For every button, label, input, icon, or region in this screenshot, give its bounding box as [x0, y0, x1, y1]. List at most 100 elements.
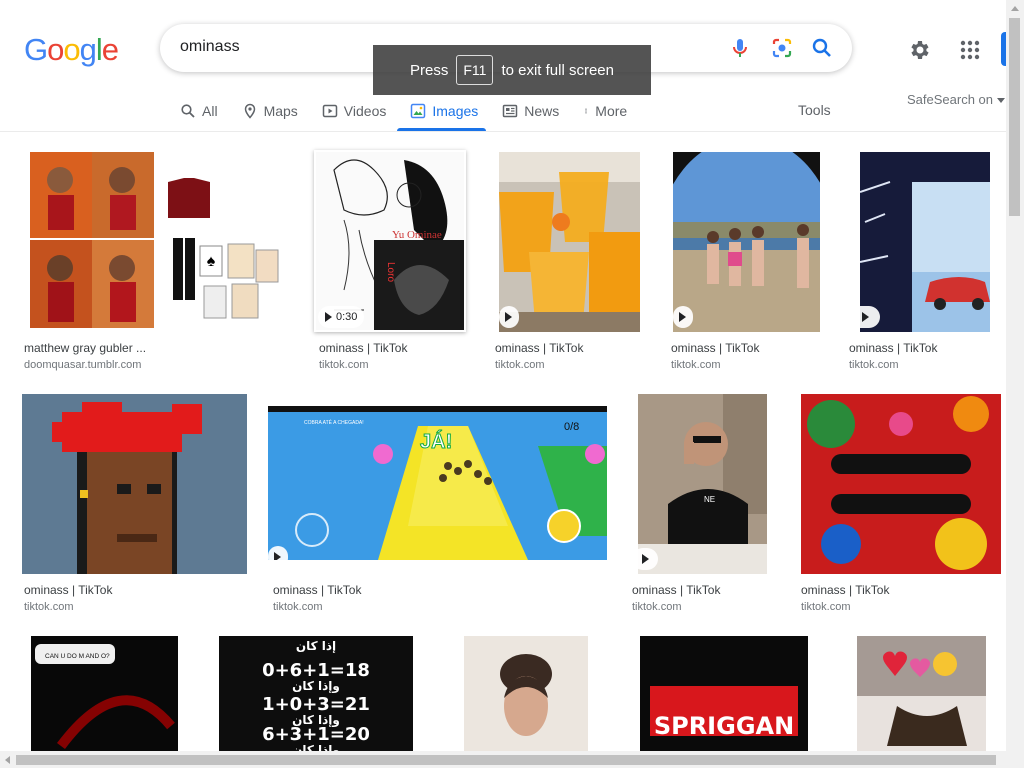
- logo-letter: e: [101, 32, 119, 67]
- result-thumbnail[interactable]: NE: [638, 394, 767, 574]
- tab-label: More: [595, 103, 628, 119]
- result-thumbnail[interactable]: CAN U DO M AND O?: [31, 636, 178, 751]
- vertical-scrollbar[interactable]: [1006, 0, 1024, 768]
- tab-all[interactable]: All: [180, 100, 230, 122]
- emoji-photo-image: [857, 636, 986, 751]
- result-source[interactable]: tiktok.com: [671, 359, 721, 371]
- result-title[interactable]: ominass | TikTok: [319, 341, 407, 355]
- tab-news[interactable]: News: [502, 100, 571, 122]
- result-title[interactable]: ominass | TikTok: [273, 583, 361, 597]
- result-title[interactable]: ominass | TikTok: [495, 341, 583, 355]
- spriggan-text: SPRIGGAN: [654, 712, 794, 740]
- tab-label: Videos: [343, 103, 387, 119]
- result-source[interactable]: doomquasar.tumblr.com: [24, 359, 141, 371]
- scroll-up-arrow[interactable]: [1011, 6, 1019, 11]
- tools-button[interactable]: Tools: [798, 102, 831, 118]
- man-phone-image: NE: [638, 394, 767, 574]
- result-thumbnail[interactable]: [801, 394, 1001, 574]
- result-title[interactable]: ominass | TikTok: [801, 583, 889, 597]
- tab-label: Images: [432, 103, 479, 119]
- svg-text:♠: ♠: [207, 253, 216, 270]
- search-input[interactable]: ominass: [180, 38, 240, 56]
- tab-videos[interactable]: Videos: [322, 100, 399, 122]
- logo-letter: G: [24, 32, 48, 67]
- portrait-image: [464, 636, 588, 751]
- header-divider: [0, 131, 1006, 132]
- arabic-puzzle-image: إذا كان 0+6+1=18 وإذا كان 1+0+3=21 وإذا …: [219, 636, 413, 751]
- horizontal-scroll-thumb[interactable]: [16, 755, 996, 765]
- google-lens-icon[interactable]: [770, 36, 794, 60]
- result-thumbnail[interactable]: [499, 152, 640, 332]
- toast-rest: to exit full screen: [501, 61, 614, 79]
- toast-key: F11: [456, 55, 494, 85]
- safesearch-toggle[interactable]: SafeSearch on: [907, 92, 1005, 107]
- google-logo[interactable]: Google: [24, 32, 119, 68]
- video-badge: [268, 546, 288, 560]
- result-source[interactable]: tiktok.com: [801, 601, 851, 613]
- video-duration: 0:30: [336, 311, 358, 323]
- result-thumbnail[interactable]: [860, 152, 990, 332]
- gear-icon[interactable]: [908, 38, 932, 62]
- result-thumbnail[interactable]: JÁ! 0/8 COBRA ATÉ A CHEGADA!: [268, 406, 607, 560]
- result-source[interactable]: tiktok.com: [632, 601, 682, 613]
- sketch-name: Yu Ominae: [392, 229, 442, 241]
- dark-red-image: CAN U DO M AND O?: [31, 636, 178, 751]
- result-title[interactable]: ominass | TikTok: [671, 341, 759, 355]
- result-thumbnail[interactable]: [857, 636, 986, 751]
- video-badge: [499, 306, 519, 328]
- result-title[interactable]: ominass | TikTok: [24, 583, 112, 597]
- apps-grid-icon[interactable]: [958, 38, 982, 62]
- play-icon: [679, 312, 686, 322]
- microphone-icon[interactable]: [728, 36, 752, 60]
- play-icon: [325, 312, 332, 322]
- game-counter: 0/8: [564, 421, 579, 433]
- play-box-icon: [322, 104, 338, 118]
- logo-letter: o: [47, 32, 64, 67]
- video-badge: [673, 306, 693, 328]
- result-thumbnail[interactable]: [22, 394, 247, 574]
- result-thumbnail[interactable]: ♠: [20, 150, 296, 332]
- result-thumbnail[interactable]: [464, 636, 588, 751]
- game-label: JÁ!: [420, 430, 452, 453]
- result-source[interactable]: tiktok.com: [273, 601, 323, 613]
- tiktok-caption: CAN U DO M AND O?: [45, 653, 110, 660]
- tab-label: All: [202, 103, 218, 119]
- tab-more[interactable]: More: [583, 100, 639, 122]
- result-source[interactable]: tiktok.com: [319, 359, 369, 371]
- result-source[interactable]: tiktok.com: [495, 359, 545, 371]
- puzzle-line: إذا كان: [296, 639, 336, 653]
- tab-maps[interactable]: Maps: [242, 100, 310, 122]
- puzzle-line: 6+3+1=20: [262, 724, 370, 745]
- tab-label: Maps: [263, 103, 298, 119]
- horizontal-scrollbar[interactable]: [0, 751, 1006, 768]
- scroll-left-arrow[interactable]: [5, 756, 10, 764]
- result-thumbnail[interactable]: [673, 152, 820, 332]
- logo-letter: o: [63, 32, 80, 67]
- result-thumbnail[interactable]: Yu Ominae Loro 0:30: [314, 150, 466, 332]
- map-pin-icon: [244, 103, 255, 119]
- beach-photo-image: [673, 152, 820, 332]
- spriggan-image: SPRIGGAN: [640, 636, 808, 751]
- tab-label: News: [524, 103, 560, 119]
- sketch-image: Yu Ominae Loro: [316, 152, 464, 330]
- search-icon[interactable]: [810, 36, 834, 60]
- result-source[interactable]: tiktok.com: [849, 359, 899, 371]
- vertical-scroll-thumb[interactable]: [1009, 18, 1020, 216]
- result-title[interactable]: ominass | TikTok: [632, 583, 720, 597]
- result-source[interactable]: tiktok.com: [24, 601, 74, 613]
- play-icon: [274, 552, 281, 560]
- tab-images[interactable]: Images: [410, 100, 490, 122]
- result-thumbnail[interactable]: إذا كان 0+6+1=18 وإذا كان 1+0+3=21 وإذا …: [219, 636, 413, 751]
- result-title[interactable]: ominass | TikTok: [849, 341, 937, 355]
- result-thumbnail[interactable]: SPRIGGAN: [640, 636, 808, 751]
- toast-press: Press: [410, 61, 449, 79]
- caret-down-icon: [996, 98, 1005, 103]
- news-icon: [503, 104, 518, 118]
- result-title[interactable]: matthew gray gubler ...: [24, 341, 146, 355]
- pixel-art-image: [22, 394, 247, 574]
- juice-glasses-image: [499, 152, 640, 332]
- fullscreen-toast: Press F11 to exit full screen: [373, 45, 651, 95]
- album-art-image: [801, 394, 1001, 574]
- game-top: COBRA ATÉ A CHEGADA!: [304, 419, 364, 426]
- search-icon: [181, 104, 195, 118]
